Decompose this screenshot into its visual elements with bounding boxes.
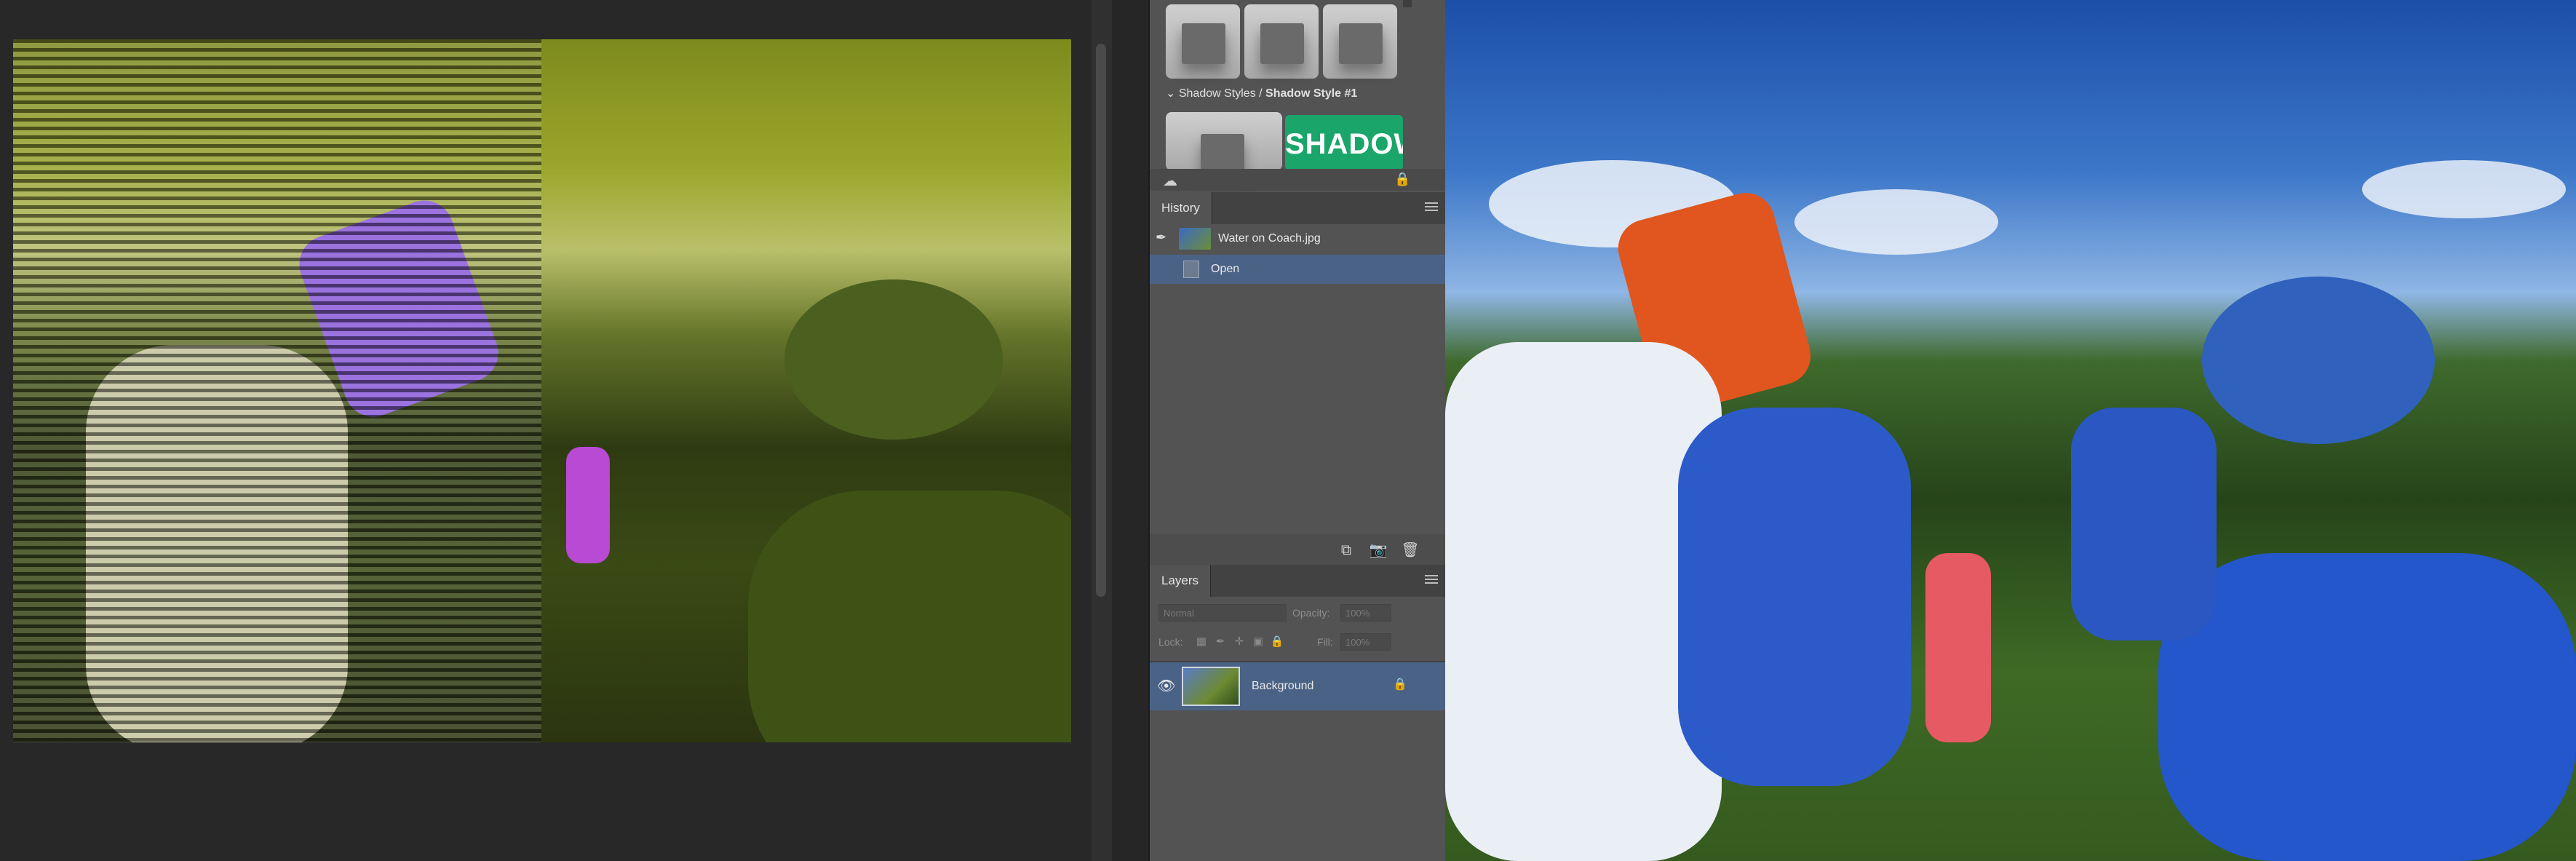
document-canvas-image[interactable] xyxy=(13,39,1071,742)
opacity-label: Opacity: xyxy=(1292,607,1330,619)
styles-breadcrumb[interactable]: ⌄ Shadow Styles / Shadow Style #1 xyxy=(1166,86,1357,100)
blend-mode-select[interactable]: Normal xyxy=(1158,604,1287,622)
tab-layers[interactable]: Layers xyxy=(1150,565,1212,597)
panel-menu-icon[interactable] xyxy=(1425,202,1438,213)
lock-position-icon[interactable]: ✛ xyxy=(1231,633,1247,651)
cap-shape xyxy=(784,279,1003,440)
panel-column: ⌄ Shadow Styles / Shadow Style #1 SHADOW… xyxy=(1148,0,1448,861)
child-shape xyxy=(1925,553,1991,742)
cap-shape xyxy=(2202,277,2435,444)
shadow-style-swatch-text[interactable]: SHADOW xyxy=(1285,115,1403,170)
history-panel-body: ✒ Water on Coach.jpg Open ⧉ 📷 🗑 xyxy=(1150,224,1447,568)
brush-icon[interactable]: ✒ xyxy=(1156,230,1166,245)
tab-history[interactable]: History xyxy=(1150,192,1212,224)
reference-photo xyxy=(1445,0,2576,861)
new-snapshot-icon[interactable]: ⧉ xyxy=(1336,541,1356,559)
cloud-shape xyxy=(1794,189,1998,255)
cloud-shape xyxy=(2362,160,2566,218)
lock-all-icon[interactable]: 🔒 xyxy=(1269,633,1285,651)
coach-shape xyxy=(1678,408,1911,786)
lock-icon[interactable]: 🔒 xyxy=(1394,172,1410,187)
layer-name: Background xyxy=(1252,680,1314,692)
child-shape xyxy=(566,447,610,563)
snapshot-thumbnail xyxy=(1179,228,1211,250)
camera-icon[interactable]: 📷 xyxy=(1368,541,1388,559)
opacity-field[interactable]: 100% xyxy=(1340,604,1391,622)
chevron-down-icon[interactable]: ⌄ xyxy=(1166,87,1175,100)
layers-panel-header: Layers xyxy=(1150,565,1447,598)
scanline-overlay xyxy=(13,39,541,742)
layers-panel-body: Normal Opacity: 100% Lock: ▦ ✒ ✛ ▣ 🔒 Fil… xyxy=(1150,597,1447,861)
snapshot-label: Water on Coach.jpg xyxy=(1218,232,1321,245)
eye-icon[interactable]: 👁 xyxy=(1157,677,1175,695)
layers-panel-menu-icon[interactable] xyxy=(1425,575,1438,585)
layer-lock-icon[interactable]: 🔒 xyxy=(1393,677,1407,691)
lock-artboard-icon[interactable]: ▣ xyxy=(1250,633,1266,651)
fill-field[interactable]: 100% xyxy=(1340,633,1391,651)
breadcrumb-group: Shadow Styles xyxy=(1178,87,1256,100)
lock-image-icon[interactable]: ✒ xyxy=(1212,633,1228,651)
layer-thumbnail xyxy=(1182,667,1240,706)
style-swatch-1[interactable] xyxy=(1166,4,1240,79)
trash-icon[interactable]: 🗑 xyxy=(1400,541,1420,559)
lock-transparent-icon[interactable]: ▦ xyxy=(1193,633,1209,651)
history-panel-header: History xyxy=(1150,192,1447,225)
history-step-label: Open xyxy=(1211,263,1240,275)
breadcrumb-item: Shadow Style #1 xyxy=(1265,87,1358,100)
styles-panel: ⌄ Shadow Styles / Shadow Style #1 SHADOW… xyxy=(1150,0,1447,191)
panel-divider xyxy=(1112,0,1148,861)
document-icon xyxy=(1183,261,1199,278)
player-shape xyxy=(2071,408,2217,640)
document-scroll-thumb[interactable] xyxy=(1096,44,1106,597)
style-swatch-3[interactable] xyxy=(1323,4,1397,79)
shirt-shape xyxy=(2158,553,2576,861)
lock-label: Lock: xyxy=(1158,636,1183,648)
layer-row[interactable]: 👁 Background 🔒 xyxy=(1150,662,1447,710)
styles-scrollbar[interactable] xyxy=(1403,0,1412,7)
fill-label: Fill: xyxy=(1317,636,1333,648)
style-swatch-2[interactable] xyxy=(1244,4,1319,79)
shadow-style-swatch-plain[interactable] xyxy=(1166,112,1282,175)
cloud-icon[interactable]: ☁ xyxy=(1163,172,1177,190)
breadcrumb-separator: / xyxy=(1255,87,1266,100)
history-snapshot-row[interactable]: ✒ Water on Coach.jpg xyxy=(1150,224,1447,253)
shirt-shape xyxy=(748,491,1071,742)
history-step-row[interactable]: Open xyxy=(1150,255,1447,284)
